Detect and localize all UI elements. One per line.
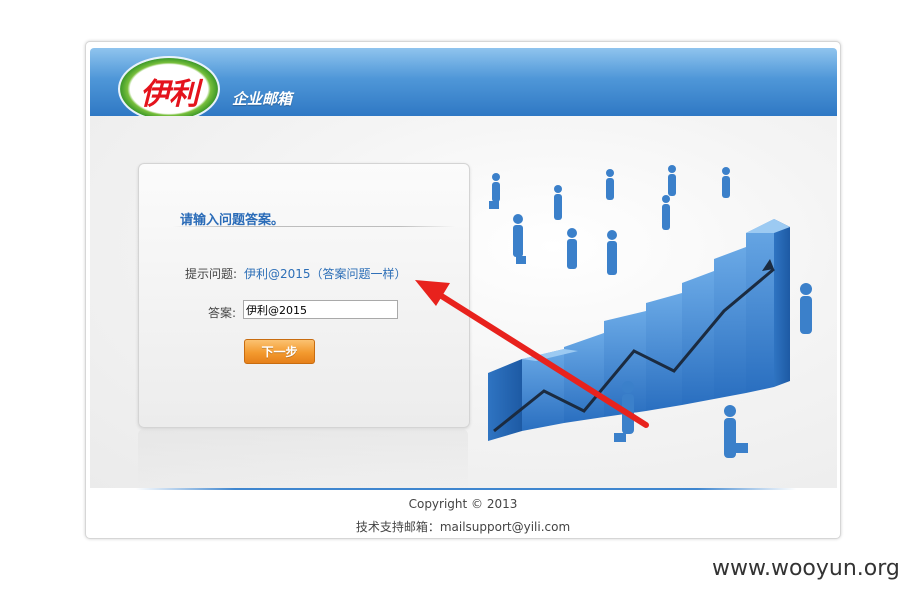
- watermark-text: www.wooyun.org: [712, 556, 900, 581]
- red-annotation-arrow: [415, 280, 649, 428]
